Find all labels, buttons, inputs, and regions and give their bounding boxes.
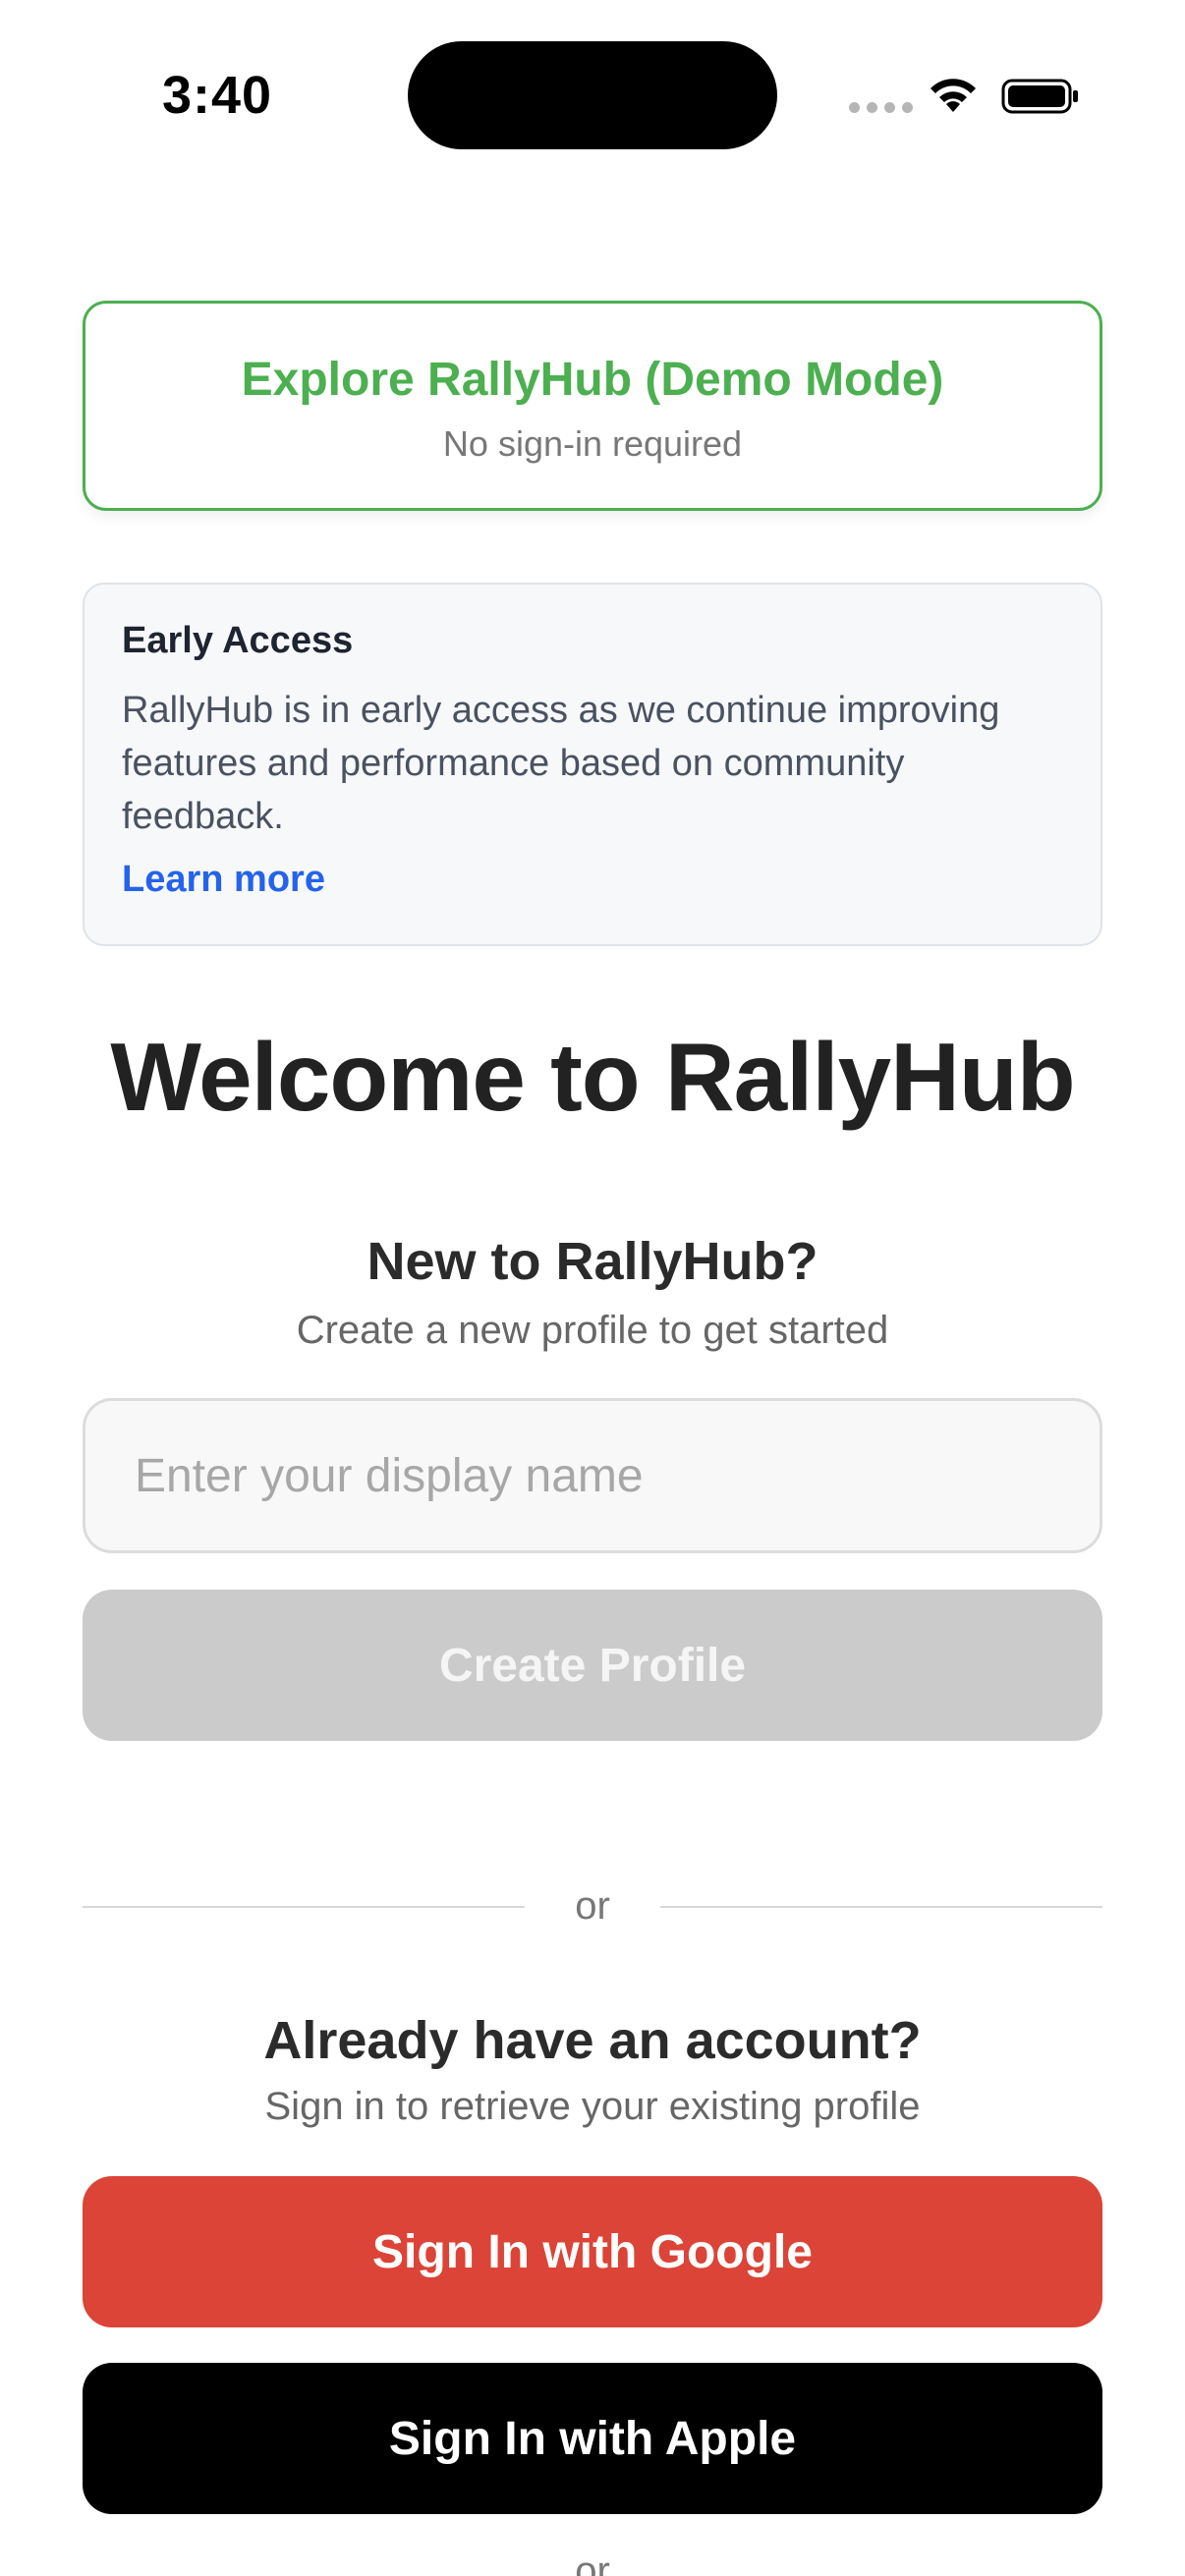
bottom-or-text: or <box>575 2549 610 2576</box>
demo-mode-button[interactable]: Explore RallyHub (Demo Mode) No sign-in … <box>83 301 1102 511</box>
signal-dots-icon <box>849 102 913 113</box>
login-screen: 3:40 Explore RallyHub (Demo Mode) No sig… <box>0 0 1185 2576</box>
early-access-notice: Early Access RallyHub is in early access… <box>83 583 1102 946</box>
wifi-icon <box>931 79 976 112</box>
new-user-heading: New to RallyHub? <box>367 1232 818 1291</box>
status-bar: 3:40 <box>0 0 1185 187</box>
display-name-input[interactable] <box>83 1398 1102 1553</box>
learn-more-link[interactable]: Learn more <box>122 859 1063 901</box>
demo-mode-subtitle: No sign-in required <box>442 423 743 464</box>
dynamic-island <box>408 41 777 149</box>
early-access-body: RallyHub is in early access as we contin… <box>122 690 1000 837</box>
sign-in-apple-button[interactable]: Sign In with Apple <box>83 2363 1102 2514</box>
existing-user-subtitle: Sign in to retrieve your existing profil… <box>264 2085 921 2128</box>
sign-in-google-button[interactable]: Sign In with Google <box>83 2176 1102 2327</box>
status-time: 3:40 <box>162 66 273 125</box>
page-title: Welcome to RallyHub <box>110 1023 1075 1131</box>
or-divider-text: or <box>575 1884 610 1928</box>
battery-icon <box>1001 79 1078 114</box>
existing-user-heading: Already have an account? <box>263 2011 922 2070</box>
demo-mode-title: Explore RallyHub (Demo Mode) <box>241 354 944 406</box>
early-access-title: Early Access <box>122 620 354 661</box>
create-profile-button[interactable]: Create Profile <box>83 1590 1102 1741</box>
new-user-subtitle: Create a new profile to get started <box>296 1309 889 1352</box>
